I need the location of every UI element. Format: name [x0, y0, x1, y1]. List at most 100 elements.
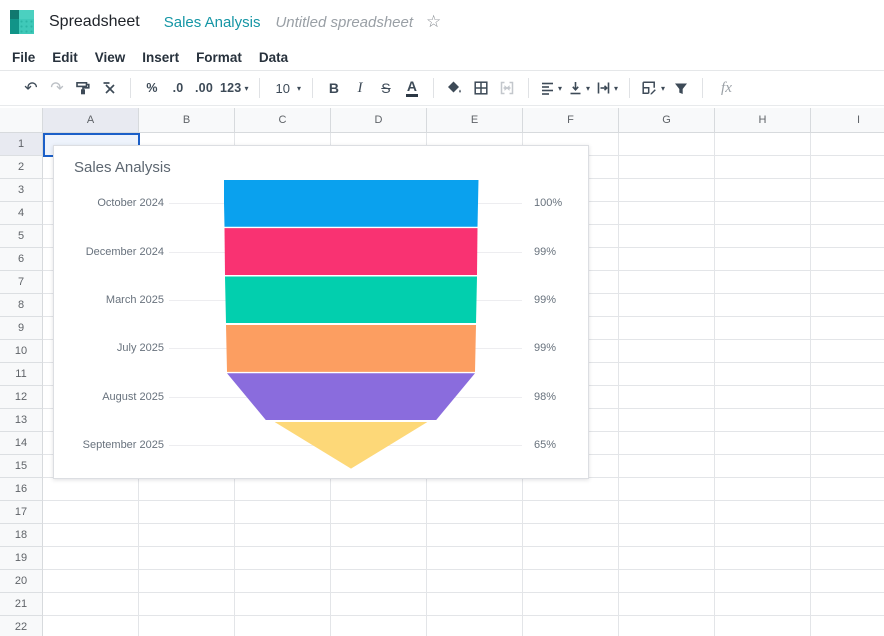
- row-header-12[interactable]: 12: [0, 386, 43, 409]
- star-icon[interactable]: ☆: [426, 14, 441, 31]
- funnel-category-label: September 2025: [54, 439, 164, 451]
- funnel-segment[interactable]: [224, 228, 479, 275]
- menu-bar: File Edit View Insert Format Data: [0, 44, 884, 71]
- bold-button[interactable]: B: [324, 76, 344, 100]
- doc-name[interactable]: Untitled spreadsheet: [275, 14, 413, 31]
- funnel-value-label: 100%: [534, 197, 562, 209]
- filter-funnel-icon: [673, 81, 689, 96]
- menu-item-view[interactable]: View: [95, 50, 126, 65]
- funnel-rows: October 2024100%December 202499%March 20…: [54, 179, 588, 469]
- align-left-icon: [540, 81, 555, 95]
- row-header-15[interactable]: 15: [0, 455, 43, 478]
- funnel-segment[interactable]: [224, 276, 479, 323]
- column-header-g[interactable]: G: [619, 108, 715, 133]
- formula-bar-label: fx: [721, 80, 732, 97]
- table-edit-icon: [641, 80, 658, 96]
- menu-item-file[interactable]: File: [12, 50, 35, 65]
- funnel-row: March 2025 99%: [54, 276, 588, 324]
- undo-button[interactable]: ↶: [21, 76, 41, 100]
- redo-button[interactable]: ↷: [47, 76, 67, 100]
- select-all-corner[interactable]: [0, 108, 43, 133]
- column-header-c[interactable]: C: [235, 108, 331, 133]
- toolbar-separator: [312, 78, 313, 98]
- row-header-6[interactable]: 6: [0, 248, 43, 271]
- spreadsheet-logo-icon: [10, 10, 34, 34]
- app-title: Spreadsheet: [49, 13, 140, 31]
- menu-item-edit[interactable]: Edit: [52, 50, 78, 65]
- toolbar-separator: [433, 78, 434, 98]
- row-header-7[interactable]: 7: [0, 271, 43, 294]
- funnel-category-label: August 2025: [54, 391, 164, 403]
- row-header-4[interactable]: 4: [0, 202, 43, 225]
- insert-table-edit-button[interactable]: ▾: [641, 76, 665, 100]
- chevron-down-icon: ▾: [586, 84, 590, 93]
- paint-roller-icon: [75, 80, 91, 96]
- funnel-category-label: December 2024: [54, 246, 164, 258]
- format-percent-button[interactable]: %: [142, 76, 162, 100]
- fill-color-button[interactable]: [445, 76, 465, 100]
- column-header-a[interactable]: A: [43, 108, 139, 133]
- row-header-21[interactable]: 21: [0, 593, 43, 616]
- borders-button[interactable]: [471, 76, 491, 100]
- row-header-17[interactable]: 17: [0, 501, 43, 524]
- font-size-selector[interactable]: 10 ▾: [271, 76, 300, 100]
- row-header-11[interactable]: 11: [0, 363, 43, 386]
- text-wrap-button[interactable]: ▾: [596, 76, 618, 100]
- row-header-1[interactable]: 1: [0, 133, 43, 156]
- clear-formatting-button[interactable]: [99, 76, 119, 100]
- row-header-2[interactable]: 2: [0, 156, 43, 179]
- funnel-row: December 202499%: [54, 227, 588, 275]
- horizontal-align-button[interactable]: ▾: [540, 76, 562, 100]
- text-wrap-icon: [596, 81, 611, 95]
- funnel-value-label: 99%: [534, 294, 556, 306]
- row-header-13[interactable]: 13: [0, 409, 43, 432]
- chevron-down-icon: ▾: [244, 84, 248, 93]
- column-header-d[interactable]: D: [331, 108, 427, 133]
- increase-decimal-button[interactable]: .00: [194, 76, 214, 100]
- italic-button[interactable]: I: [350, 76, 370, 100]
- funnel-row: October 2024 100%: [54, 179, 588, 227]
- funnel-segment[interactable]: [224, 325, 479, 372]
- doc-tab-sales-analysis[interactable]: Sales Analysis: [164, 14, 261, 31]
- column-header-i[interactable]: I: [811, 108, 884, 133]
- paint-bucket-icon: [446, 80, 463, 96]
- strikethrough-button[interactable]: S: [376, 76, 396, 100]
- row-header-10[interactable]: 10: [0, 340, 43, 363]
- column-header-h[interactable]: H: [715, 108, 811, 133]
- menu-item-format[interactable]: Format: [196, 50, 242, 65]
- text-color-button[interactable]: A: [402, 76, 422, 100]
- number-format-button[interactable]: 123 ▾: [220, 76, 248, 100]
- row-header-20[interactable]: 20: [0, 570, 43, 593]
- filter-button[interactable]: [671, 76, 691, 100]
- row-header-16[interactable]: 16: [0, 478, 43, 501]
- vertical-align-button[interactable]: ▾: [568, 76, 590, 100]
- row-header-18[interactable]: 18: [0, 524, 43, 547]
- row-header-3[interactable]: 3: [0, 179, 43, 202]
- borders-icon: [473, 80, 489, 96]
- row-header-9[interactable]: 9: [0, 317, 43, 340]
- decrease-decimal-button[interactable]: .0: [168, 76, 188, 100]
- paint-format-button[interactable]: [73, 76, 93, 100]
- funnel-segment[interactable]: [224, 373, 479, 420]
- merge-cells-button[interactable]: [497, 76, 517, 100]
- row-header-22[interactable]: 22: [0, 616, 43, 636]
- row-header-14[interactable]: 14: [0, 432, 43, 455]
- column-header-b[interactable]: B: [139, 108, 235, 133]
- row-headers: 12345678910111213141516171819202122: [0, 133, 43, 636]
- funnel-category-label: March 2025: [54, 294, 164, 306]
- chevron-down-icon: ▾: [297, 84, 301, 93]
- funnel-row: September 202565%: [54, 421, 588, 469]
- chart-title: Sales Analysis: [74, 159, 171, 176]
- funnel-row: August 202598%: [54, 373, 588, 421]
- column-header-f[interactable]: F: [523, 108, 619, 133]
- row-header-19[interactable]: 19: [0, 547, 43, 570]
- funnel-chart[interactable]: Sales Analysis October 2024 100% December …: [53, 145, 589, 479]
- menu-item-insert[interactable]: Insert: [142, 50, 179, 65]
- row-header-8[interactable]: 8: [0, 294, 43, 317]
- column-header-e[interactable]: E: [427, 108, 523, 133]
- funnel-segment[interactable]: [224, 180, 479, 227]
- funnel-category-label: October 2024: [54, 197, 164, 209]
- chevron-down-icon: ▾: [661, 84, 665, 93]
- menu-item-data[interactable]: Data: [259, 50, 288, 65]
- row-header-5[interactable]: 5: [0, 225, 43, 248]
